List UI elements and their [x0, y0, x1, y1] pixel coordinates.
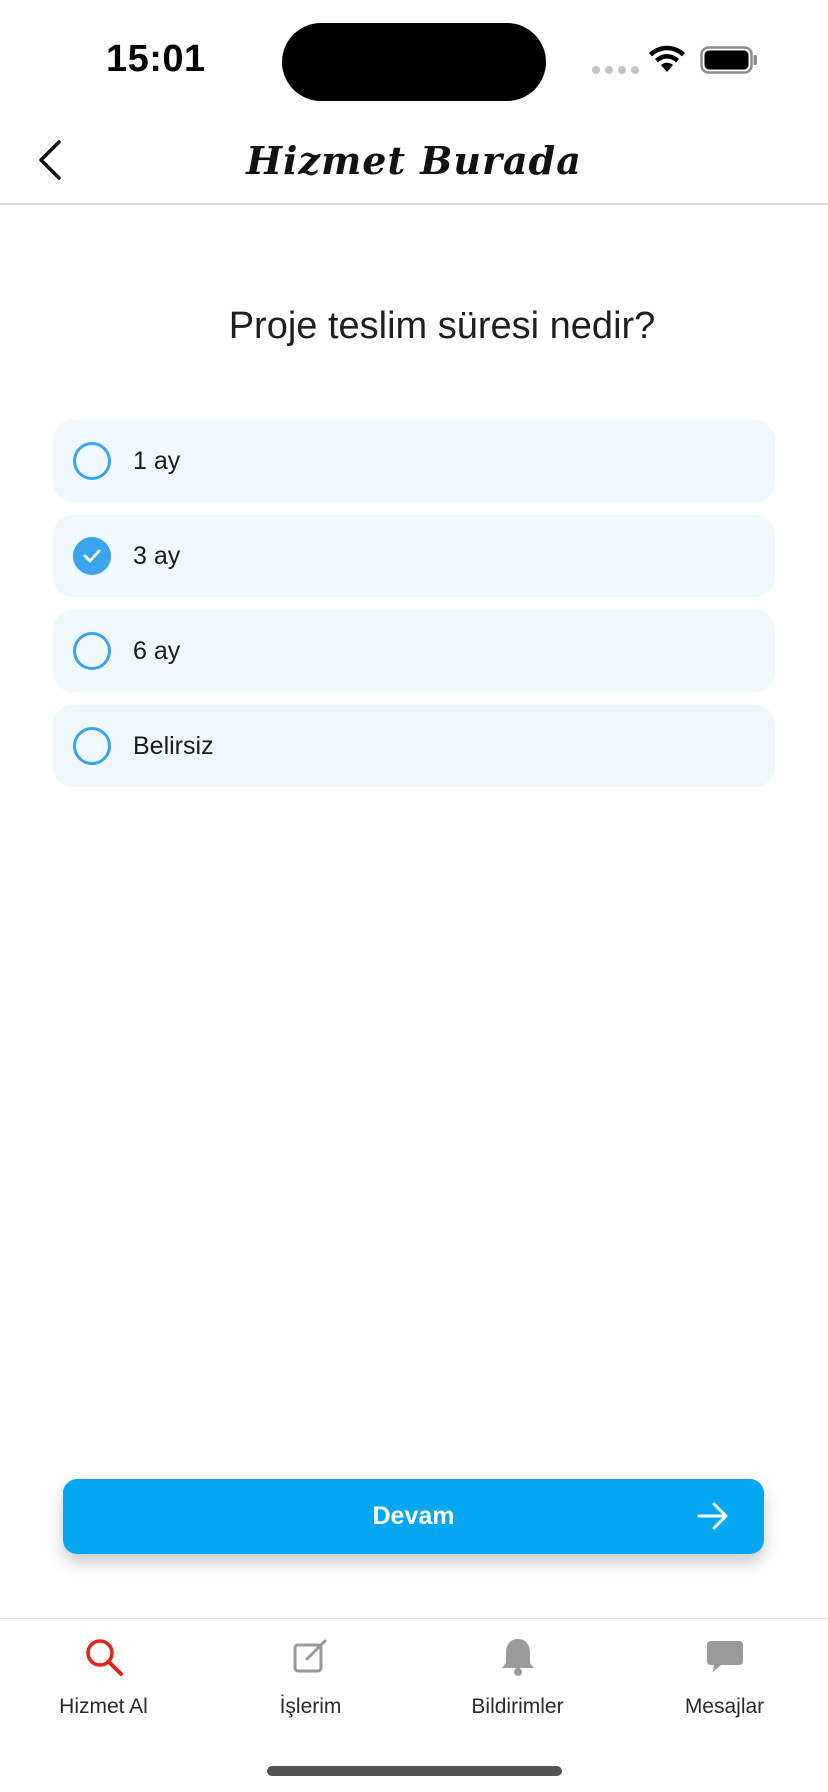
navigation-bar: Hizmet Burada: [0, 120, 828, 205]
tab-label: Hizmet Al: [59, 1695, 148, 1718]
option-1-ay[interactable]: 1 ay: [53, 420, 775, 502]
tab-bar: Hizmet Al İşlerim Bildirimler Mesajlar: [0, 1618, 828, 1792]
option-6-ay[interactable]: 6 ay: [53, 610, 775, 692]
continue-button[interactable]: Devam: [63, 1479, 764, 1554]
options-list: 1 ay 3 ay 6 ay Belirsiz: [53, 420, 775, 800]
option-3-ay[interactable]: 3 ay: [53, 515, 775, 597]
cellular-signal-icon: [592, 66, 639, 74]
option-belirsiz[interactable]: Belirsiz: [53, 705, 775, 787]
search-icon: [85, 1639, 123, 1676]
tab-bildirimler[interactable]: Bildirimler: [414, 1635, 621, 1719]
dynamic-island: [282, 23, 546, 101]
radio-unchecked-icon[interactable]: [73, 632, 111, 670]
edit-icon: [293, 1639, 326, 1673]
radio-unchecked-icon[interactable]: [73, 442, 111, 480]
wifi-icon: [649, 45, 685, 72]
status-bar: 15:01: [0, 0, 828, 120]
option-label: 1 ay: [133, 446, 181, 475]
tab-label: İşlerim: [279, 1695, 342, 1718]
question-text: Proje teslim süresi nedir?: [228, 305, 656, 347]
tab-label: Mesajlar: [684, 1695, 765, 1718]
status-time: 15:01: [106, 38, 206, 80]
bell-icon: [501, 1639, 534, 1676]
home-indicator[interactable]: [267, 1766, 562, 1776]
tab-hizmet-al[interactable]: Hizmet Al: [0, 1635, 207, 1719]
tab-islerim[interactable]: İşlerim: [207, 1635, 414, 1719]
checkmark-icon: [83, 549, 101, 563]
tab-label: Bildirimler: [471, 1695, 564, 1718]
chat-icon: [706, 1641, 743, 1672]
battery-icon: [700, 46, 757, 74]
tab-mesajlar[interactable]: Mesajlar: [621, 1635, 828, 1719]
option-label: Belirsiz: [133, 731, 214, 760]
radio-unchecked-icon[interactable]: [73, 727, 111, 765]
arrow-right-icon: [697, 1502, 728, 1530]
option-label: 6 ay: [133, 636, 181, 665]
option-label: 3 ay: [133, 541, 181, 570]
app-title: Hizmet Burada: [246, 138, 582, 183]
continue-button-label: Devam: [372, 1502, 455, 1530]
radio-checked-icon[interactable]: [73, 537, 111, 575]
